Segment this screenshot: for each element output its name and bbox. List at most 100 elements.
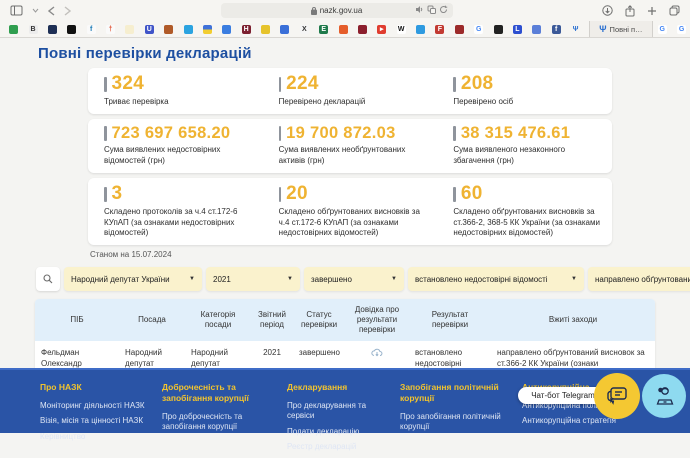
column-header: Звітний період (251, 299, 293, 341)
footer-link[interactable]: Антикорупційна стратегія (522, 416, 672, 426)
active-tab[interactable]: Ψ Повні п… (589, 21, 652, 37)
footer-heading: Запобігання політичній корупції (400, 382, 508, 404)
browser-chrome: nazk.gov.ua (0, 0, 690, 38)
column-header: Результат перевірки (409, 299, 491, 341)
favicon[interactable]: X (300, 25, 309, 34)
stat-label: Сума виявленого незаконного збагачення (… (453, 145, 604, 166)
favicon[interactable]: U (145, 25, 154, 34)
favicon[interactable]: G (658, 25, 667, 34)
stat-value: 224 (286, 73, 319, 95)
stat-bar (104, 126, 107, 141)
filter-measures[interactable]: направлено обґрунтований висновок за с▼ (588, 267, 690, 291)
footer-heading: Про НАЗК (40, 382, 148, 393)
lock-icon (311, 7, 317, 15)
chevron-down-icon: ▼ (189, 276, 195, 282)
share-icon[interactable] (625, 5, 635, 17)
stat-bar (279, 77, 282, 92)
favicon[interactable]: f (552, 25, 561, 34)
favicon[interactable] (455, 25, 464, 34)
footer-link[interactable]: Візія, місія та цінності НАЗК (40, 416, 148, 426)
address-url: nazk.gov.ua (320, 6, 363, 15)
favicon[interactable] (494, 25, 503, 34)
favicon[interactable] (532, 25, 541, 34)
favicon[interactable] (358, 25, 367, 34)
tab-overview-icon[interactable] (669, 5, 680, 16)
stat-label: Складено обґрунтованих висновків за ст.3… (453, 207, 604, 238)
sidebar-chevron-icon[interactable] (32, 8, 39, 13)
filter-period[interactable]: 2021▼ (206, 267, 300, 291)
favicon[interactable] (261, 25, 270, 34)
footer-link[interactable]: Керівництво (40, 432, 148, 442)
stat-bar (453, 77, 456, 92)
mute-icon[interactable] (415, 5, 424, 14)
stat-bar (453, 126, 456, 141)
forward-button[interactable] (64, 6, 71, 16)
favicon[interactable] (164, 25, 173, 34)
stat-label: Складено обґрунтованих висновків за ч.4 … (279, 207, 430, 238)
favicon[interactable]: E (319, 25, 328, 34)
favicon[interactable] (48, 25, 57, 34)
column-header: Посада (119, 299, 185, 341)
favicon[interactable]: Ψ (571, 25, 580, 34)
support-button[interactable] (642, 374, 686, 418)
footer-link[interactable]: Про декларування та сервіси (287, 401, 386, 422)
column-header: Довідка про результати перевірки (345, 299, 409, 341)
favicon[interactable]: f (87, 25, 96, 34)
favicon[interactable] (222, 25, 231, 34)
stat-inaccurate-sum: 723 697 658.20 Сума виявлених недостовір… (88, 124, 263, 166)
favicon[interactable]: Н (242, 25, 251, 34)
favicon[interactable] (184, 25, 193, 34)
favorites-bar: Bf † U Н X E ▸ W F G Lf Ψ (4, 25, 585, 34)
favicon[interactable] (416, 25, 425, 34)
favicon[interactable] (9, 25, 18, 34)
page-content: Повні перевірки декларацій 324 Триває пе… (0, 38, 690, 368)
filter-label: направлено обґрунтований висновок за с (595, 275, 690, 284)
column-header: ПІБ (35, 299, 119, 341)
favicon[interactable] (203, 25, 212, 34)
cloud-download-icon[interactable] (371, 350, 383, 359)
stat-bar (104, 77, 107, 92)
translate-icon[interactable] (427, 5, 436, 14)
stats-card-row3: 3 Складено протоколів за ч.4 ст.172-6 КУ… (88, 178, 612, 245)
stat-conclusions-kupap: 20 Складено обґрунтованих висновків за ч… (263, 183, 438, 238)
footer-link[interactable]: Подати декларацію (287, 427, 386, 437)
footer-link[interactable]: Про доброчесність та запобігання корупці… (162, 412, 273, 433)
tab-favicons: GG (653, 25, 690, 34)
downloads-icon[interactable] (602, 5, 613, 16)
favicon[interactable]: F (435, 25, 444, 34)
favicon[interactable]: G (677, 25, 686, 34)
reload-icon[interactable] (439, 5, 448, 14)
favicon[interactable] (125, 25, 134, 34)
stat-persons-checked: 208 Перевірено осіб (437, 73, 612, 107)
favicon[interactable] (67, 25, 76, 34)
footer-link[interactable]: Про запобігання політичній корупції (400, 412, 508, 433)
favicon[interactable]: ▸ (377, 25, 386, 34)
search-button[interactable] (36, 267, 60, 291)
active-tab-title: Повні п… (610, 25, 643, 34)
back-button[interactable] (48, 6, 55, 16)
footer-heading: Декларування (287, 382, 386, 393)
stat-label: Сума виявлених недостовірних відомостей … (104, 145, 255, 166)
filter-bar: Народний депутат України▼ 2021▼ завершен… (36, 267, 690, 291)
favicon[interactable] (280, 25, 289, 34)
favicon[interactable] (339, 25, 348, 34)
sidebar-icon[interactable] (10, 5, 23, 16)
footer-link[interactable]: Реєстр декларацій (287, 442, 386, 452)
address-bar[interactable]: nazk.gov.ua (221, 3, 453, 18)
search-icon (43, 274, 53, 284)
stat-bar (453, 187, 456, 202)
favicon[interactable]: † (106, 25, 115, 34)
favicon[interactable]: W (397, 25, 406, 34)
filter-status[interactable]: завершено▼ (304, 267, 404, 291)
filter-result[interactable]: встановлено недостовірні відомості▼ (408, 267, 584, 291)
favicon[interactable]: G (474, 25, 483, 34)
favicon[interactable]: B (29, 25, 38, 34)
new-tab-icon[interactable] (647, 6, 657, 16)
footer-link[interactable]: Моніторинг діяльності НАЗК (40, 401, 148, 411)
favicon[interactable]: L (513, 25, 522, 34)
filter-category[interactable]: Народний депутат України▼ (64, 267, 202, 291)
chat-button[interactable] (594, 373, 640, 419)
stat-value: 324 (112, 73, 145, 95)
footer-column-integrity: Доброчесність та запобігання корупції Пр… (162, 382, 287, 458)
browser-toolbar: nazk.gov.ua (0, 0, 690, 21)
